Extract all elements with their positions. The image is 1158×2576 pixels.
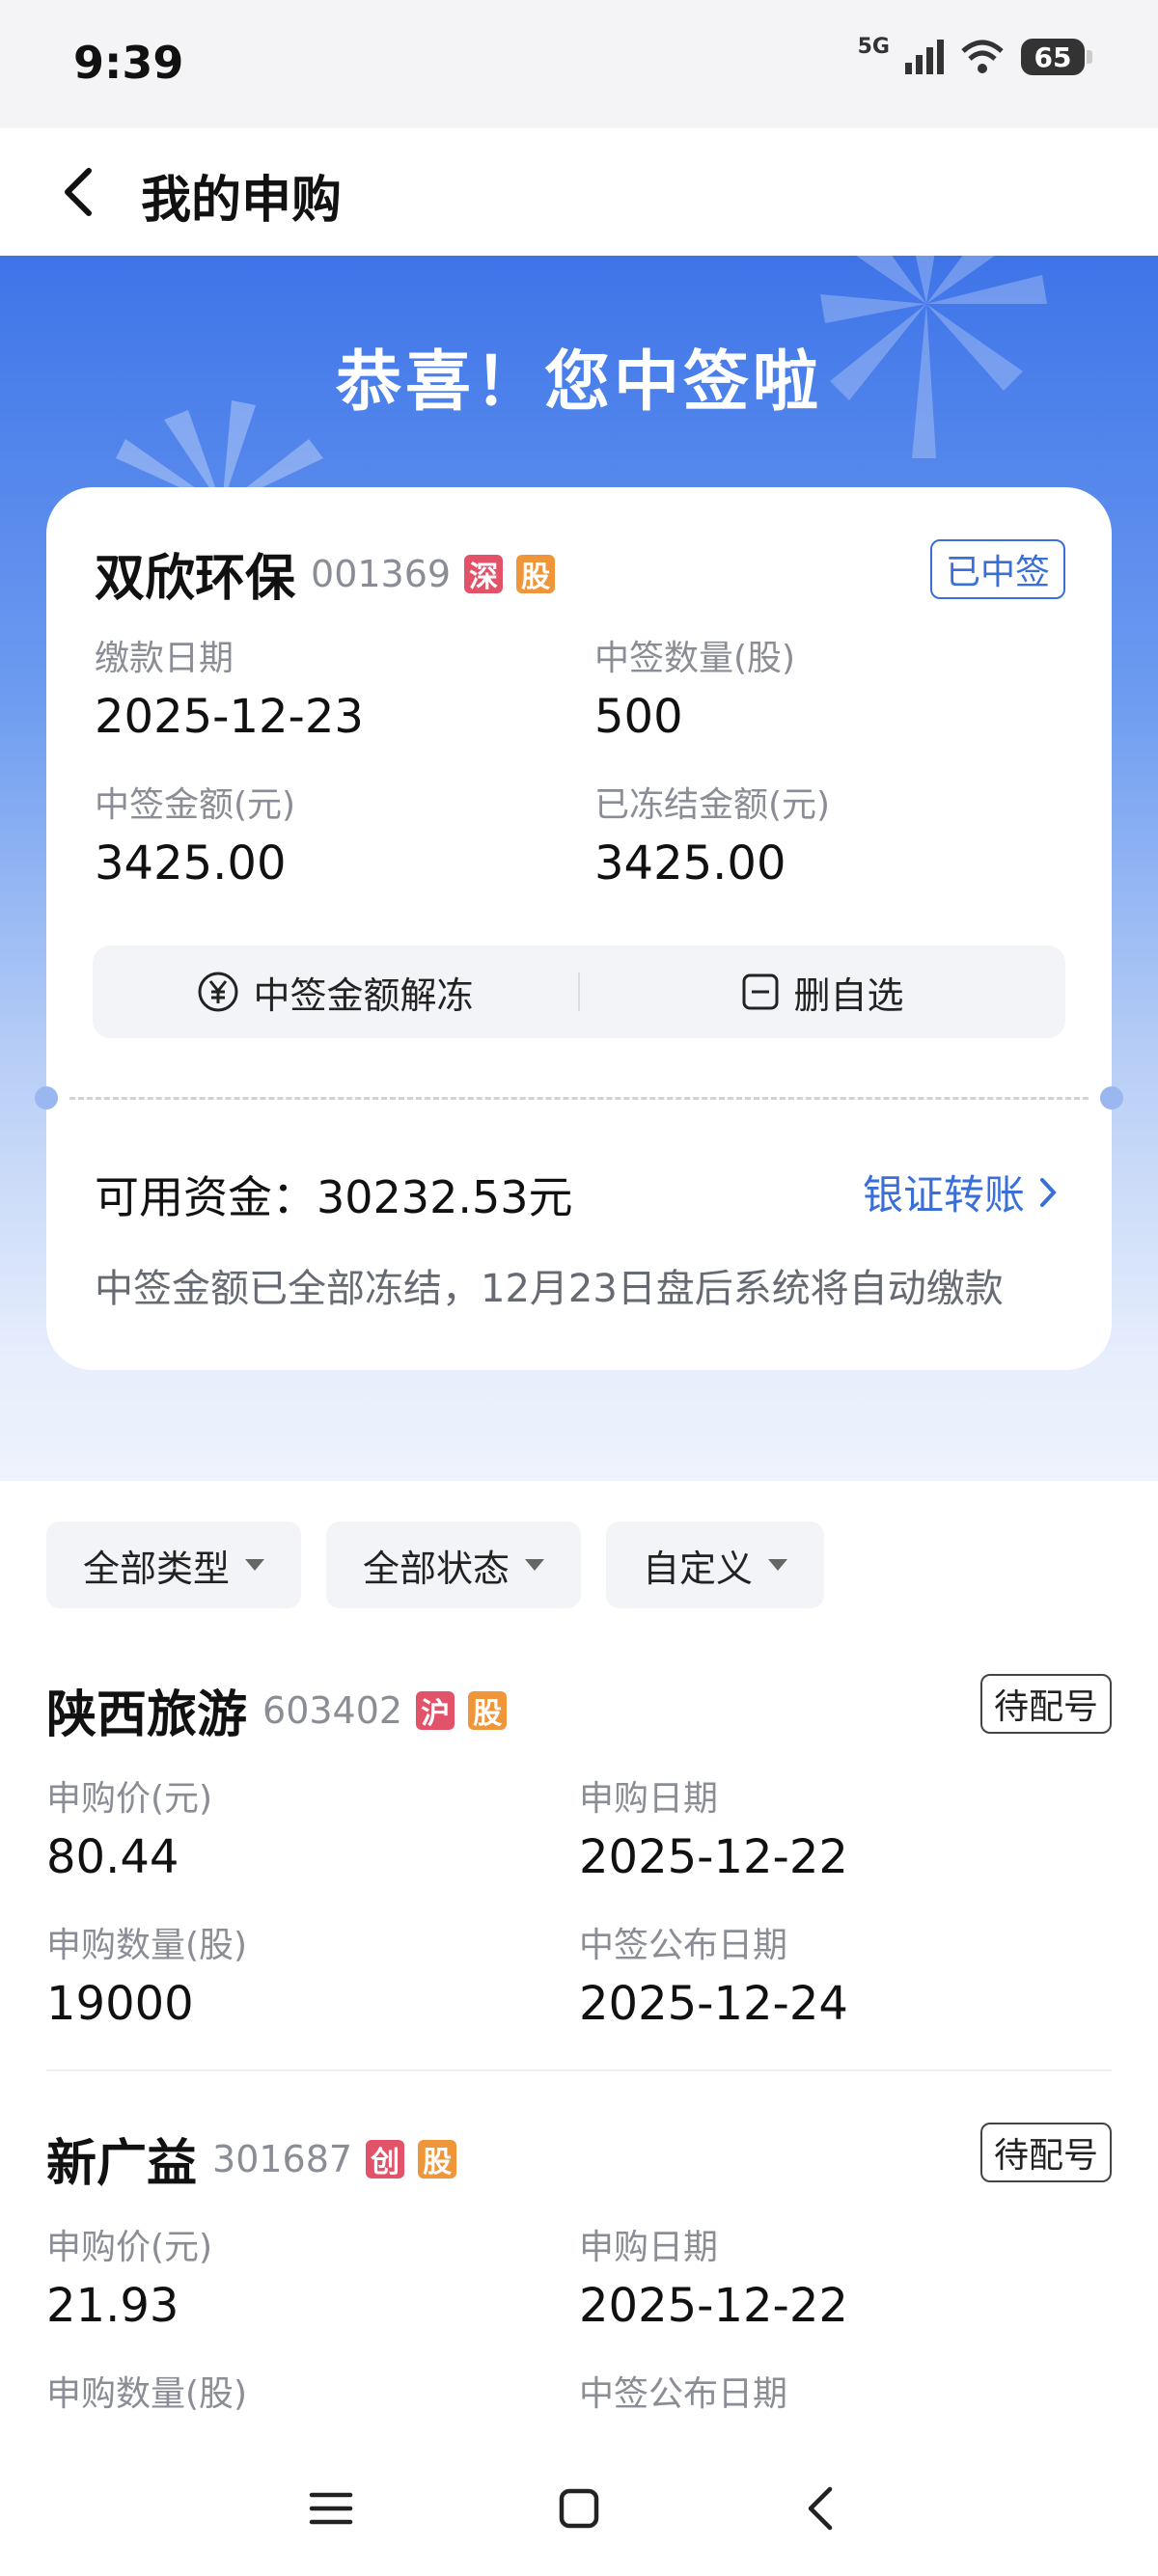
menu-button[interactable] bbox=[297, 2475, 365, 2542]
payment-note: 中签金额已全部冻结，12月23日盘后系统将自动缴款 bbox=[95, 1267, 1004, 1311]
card-notch-left bbox=[35, 1086, 58, 1110]
network-label: 5G bbox=[857, 35, 890, 59]
home-button[interactable] bbox=[545, 2475, 613, 2542]
item-header: 新广益 301687 创 股 bbox=[46, 2123, 457, 2195]
square-home-icon bbox=[559, 2488, 599, 2529]
status-time: 9:39 bbox=[73, 37, 184, 89]
stock-code: 603402 bbox=[262, 1688, 403, 1732]
page-title: 我的申购 bbox=[141, 172, 343, 230]
triangle-back-icon bbox=[808, 2486, 833, 2531]
chevron-right-icon bbox=[1040, 1177, 1057, 1207]
field-label: 申购数量(股) bbox=[46, 2374, 248, 2414]
filter-label: 全部状态 bbox=[363, 1547, 510, 1590]
filter-type-dropdown[interactable]: 全部类型 bbox=[46, 1521, 302, 1608]
field-value: 80.44 bbox=[46, 1830, 179, 1884]
action-bar: 中签金额解冻 删自选 bbox=[93, 945, 1065, 1038]
filter-label: 自定义 bbox=[643, 1547, 754, 1590]
field-value: 2025-12-24 bbox=[579, 1977, 848, 2031]
stock-name: 陕西旅游 bbox=[46, 1686, 248, 1744]
stock-name: 新广益 bbox=[46, 2135, 198, 2193]
field-value: 3425.00 bbox=[594, 836, 786, 891]
type-tag: 股 bbox=[418, 2139, 457, 2179]
hero-title: 恭喜！您中签啦 bbox=[335, 344, 822, 421]
caret-down-icon bbox=[245, 1559, 265, 1571]
signal-icon bbox=[905, 40, 944, 74]
nav-bar: 我的申购 bbox=[0, 128, 1158, 256]
stock-code: 001369 bbox=[311, 552, 452, 595]
status-bar: 9:39 5G 65 bbox=[0, 0, 1158, 128]
filter-custom-dropdown[interactable]: 自定义 bbox=[606, 1521, 825, 1608]
status-badge: 已中签 bbox=[929, 539, 1065, 599]
battery-icon: 65 bbox=[1021, 39, 1092, 75]
filter-label: 全部类型 bbox=[83, 1547, 231, 1590]
filter-status-dropdown[interactable]: 全部状态 bbox=[326, 1521, 582, 1608]
field-value: 19000 bbox=[46, 1977, 194, 2031]
back-button[interactable] bbox=[48, 161, 110, 223]
remove-watchlist-button[interactable]: 删自选 bbox=[580, 945, 1065, 1038]
market-tag: 创 bbox=[366, 2139, 405, 2179]
system-back-button[interactable] bbox=[786, 2475, 854, 2542]
stock-header: 双欣环保 001369 深 股 bbox=[95, 537, 556, 610]
wifi-icon bbox=[961, 40, 1004, 73]
field-value: 2025-12-22 bbox=[579, 2279, 848, 2333]
available-funds: 可用资金：30232.53元 bbox=[95, 1171, 573, 1223]
field-label: 中签公布日期 bbox=[579, 2374, 788, 2414]
field-value: 3425.00 bbox=[95, 836, 287, 891]
item-header: 陕西旅游 603402 沪 股 bbox=[46, 1674, 508, 1746]
field-label: 中签金额(元) bbox=[95, 785, 296, 825]
menu-icon bbox=[309, 2492, 353, 2525]
yuan-circle-icon bbox=[198, 972, 238, 1012]
unfreeze-button[interactable]: 中签金额解冻 bbox=[93, 945, 578, 1038]
field-value: 500 bbox=[594, 690, 683, 744]
card-notch-right bbox=[1100, 1086, 1123, 1110]
divider bbox=[46, 2069, 1112, 2071]
unfreeze-label: 中签金额解冻 bbox=[253, 973, 474, 1017]
field-label: 已冻结金额(元) bbox=[594, 785, 831, 825]
caret-down-icon bbox=[768, 1559, 788, 1571]
field-label: 缴款日期 bbox=[95, 639, 234, 678]
filter-row: 全部类型 全部状态 自定义 bbox=[46, 1521, 825, 1608]
field-value: 2025-12-22 bbox=[579, 1830, 848, 1884]
status-badge: 待配号 bbox=[979, 2123, 1112, 2182]
field-label: 申购日期 bbox=[579, 2228, 719, 2267]
chevron-left-icon bbox=[65, 168, 92, 216]
bank-transfer-link[interactable]: 银证转账 bbox=[863, 1163, 1058, 1221]
status-badge: 待配号 bbox=[979, 1674, 1112, 1734]
field-value: 21.93 bbox=[46, 2279, 179, 2333]
stock-code: 301687 bbox=[212, 2137, 353, 2180]
minus-box-icon bbox=[742, 973, 779, 1010]
field-label: 申购价(元) bbox=[46, 2228, 213, 2267]
list-item[interactable]: 陕西旅游 603402 沪 股 待配号 申购价(元) 80.44 申购日期 20… bbox=[46, 1674, 1112, 2079]
list-item[interactable]: 新广益 301687 创 股 待配号 申购价(元) 21.93 申购日期 202… bbox=[46, 2123, 1112, 2446]
caret-down-icon bbox=[525, 1559, 545, 1571]
bank-transfer-label: 银证转账 bbox=[862, 1171, 1025, 1219]
winning-card: 双欣环保 001369 深 股 已中签 缴款日期 2025-12-23 中签数量… bbox=[35, 487, 1123, 1370]
field-label: 申购日期 bbox=[579, 1779, 719, 1819]
field-label: 申购价(元) bbox=[46, 1779, 213, 1819]
system-nav-bar bbox=[0, 2446, 1158, 2576]
dashed-separator bbox=[69, 1097, 1089, 1100]
subscription-list: 全部类型 全部状态 自定义 陕西旅游 603402 沪 股 待配号 申购价(元)… bbox=[0, 1500, 1158, 2446]
status-icons: 5G 65 bbox=[858, 35, 1092, 75]
field-value: 2025-12-23 bbox=[95, 690, 364, 744]
battery-level: 65 bbox=[1034, 41, 1072, 73]
market-tag: 沪 bbox=[416, 1690, 455, 1731]
market-tag: 深 bbox=[464, 554, 504, 594]
field-label: 中签数量(股) bbox=[594, 639, 796, 678]
remove-watchlist-label: 删自选 bbox=[793, 973, 904, 1017]
type-tag: 股 bbox=[516, 554, 556, 594]
field-label: 中签公布日期 bbox=[579, 1926, 788, 1965]
field-label: 申购数量(股) bbox=[46, 1926, 248, 1965]
stock-name: 双欣环保 bbox=[95, 550, 296, 608]
type-tag: 股 bbox=[468, 1690, 508, 1731]
